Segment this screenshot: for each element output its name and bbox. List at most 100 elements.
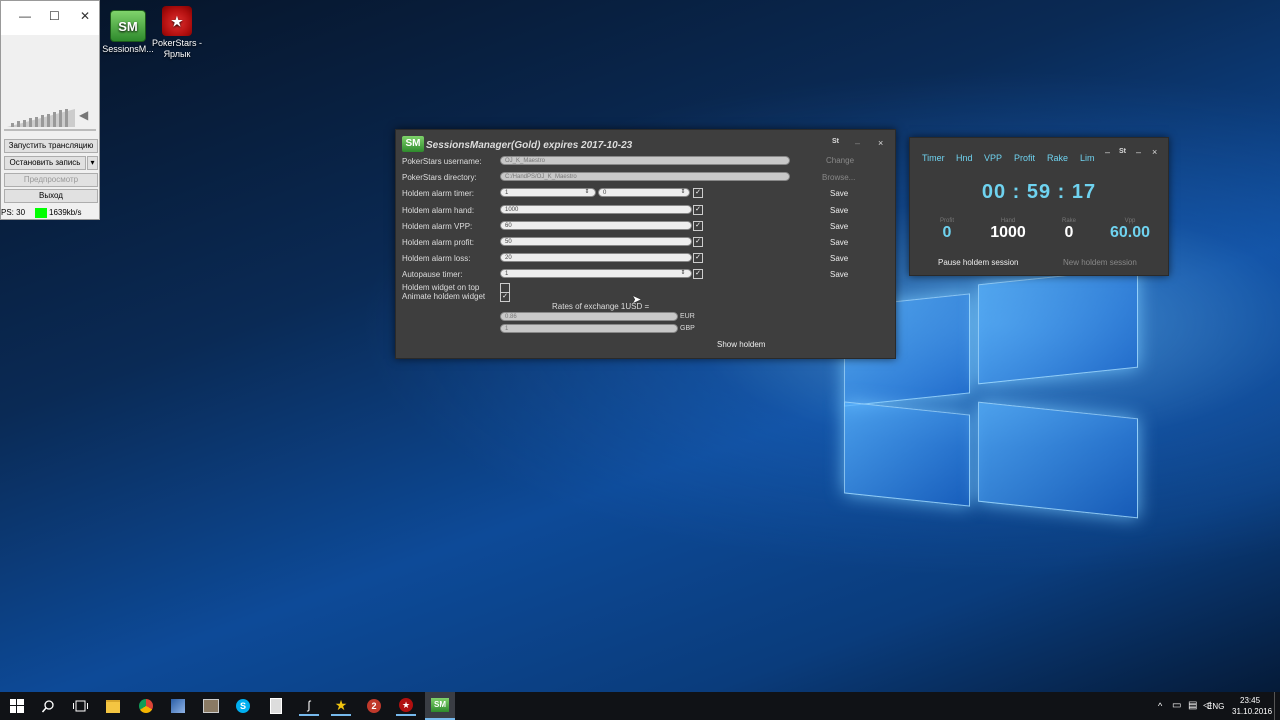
skype-icon[interactable]: S xyxy=(233,696,253,716)
browse-button[interactable]: Browse... xyxy=(822,173,855,182)
fps-readout: PS: 30 xyxy=(1,208,26,217)
alarm-vpp-checkbox[interactable]: ✓ xyxy=(693,221,703,231)
minimize-button-2[interactable]: – xyxy=(1136,147,1141,157)
animate-widget-label: Animate holdem widget xyxy=(402,292,486,301)
directory-label: PokerStars directory: xyxy=(402,173,477,182)
desktop-icon-pokerstars[interactable]: ★ PokerStars - Ярлык xyxy=(149,6,205,60)
minimize-button[interactable]: – xyxy=(1105,147,1110,157)
save-button-autopause[interactable]: Save xyxy=(830,270,848,279)
maximize-icon[interactable]: ☐ xyxy=(49,9,60,23)
tab-rake[interactable]: Rake xyxy=(1047,153,1068,163)
new-session-button[interactable]: New holdem session xyxy=(1063,258,1137,267)
desktop-icon-sessionsmanager[interactable]: SM SessionsM... xyxy=(100,10,156,55)
session-clock: 00 : 59 : 17 xyxy=(981,181,1097,203)
alarm-profit-field[interactable]: 50 xyxy=(500,237,692,246)
close-button[interactable]: × xyxy=(878,138,883,148)
stat-hand: Hand 1000 xyxy=(990,218,1026,241)
alarm-profit-checkbox[interactable]: ✓ xyxy=(693,237,703,247)
start-button[interactable] xyxy=(7,696,27,716)
streaming-app-window: — ☐ ✕ ◀ Запустить трансляцию Остановить … xyxy=(0,0,100,220)
mouse-cursor-icon: ➤ xyxy=(632,294,642,306)
app-icon[interactable]: ʃ xyxy=(299,696,319,716)
tab-hand[interactable]: Hnd xyxy=(956,153,973,163)
tab-vpp[interactable]: VPP xyxy=(984,153,1002,163)
clock-time[interactable]: 23:45 xyxy=(1240,696,1260,705)
tray-chevron-up-icon[interactable]: ^ xyxy=(1158,701,1162,711)
star-app-icon[interactable]: ★ xyxy=(331,696,351,716)
change-button[interactable]: Change xyxy=(826,156,854,165)
eur-rate-field[interactable]: 0.86 xyxy=(500,312,678,321)
sessionsmanager-taskbar-icon[interactable]: SM xyxy=(425,692,455,720)
save-button-profit[interactable]: Save xyxy=(830,238,848,247)
speaker-icon[interactable]: ◀ xyxy=(79,108,88,122)
app-icon[interactable] xyxy=(201,696,221,716)
spinner-icon[interactable]: ⇕ xyxy=(678,188,688,197)
close-icon[interactable]: ✕ xyxy=(80,9,90,23)
start-stream-button[interactable]: Запустить трансляцию xyxy=(4,139,98,153)
notification-icon[interactable]: ▤ xyxy=(1188,700,1197,711)
stat-vpp: Vpp 60.00 xyxy=(1109,218,1151,241)
tab-profit[interactable]: Profit xyxy=(1014,153,1035,163)
title-bar: — ☐ ✕ xyxy=(1,1,99,35)
pokerstars-taskbar-icon[interactable]: ★ xyxy=(396,696,416,716)
file-explorer-icon[interactable] xyxy=(103,696,123,716)
alarm-hand-label: Holdem alarm hand: xyxy=(402,206,475,215)
save-button-hand[interactable]: Save xyxy=(830,206,848,215)
sessionsmanager-logo-icon: SM xyxy=(402,136,424,152)
task-view-icon[interactable] xyxy=(70,696,90,716)
save-button-loss[interactable]: Save xyxy=(830,254,848,263)
stat-profit: Profit 0 xyxy=(939,218,954,241)
save-button-vpp[interactable]: Save xyxy=(830,222,848,231)
show-holdem-button[interactable]: Show holdem xyxy=(717,340,765,349)
directory-field[interactable]: C:/HandPS/OJ_K_Maestro xyxy=(500,172,790,181)
dropdown-arrow-icon[interactable]: ▾ xyxy=(87,156,98,170)
language-indicator[interactable]: ENG xyxy=(1207,702,1224,711)
preview-button[interactable]: Предпросмотр xyxy=(4,173,98,187)
window-title: SessionsManager(Gold) expires 2017-10-23 xyxy=(426,140,633,151)
chrome-icon[interactable] xyxy=(136,696,156,716)
clock-date[interactable]: 31.10.2016 xyxy=(1232,707,1272,716)
alarm-timer-minutes-field[interactable]: 0 xyxy=(598,188,690,197)
spinner-icon[interactable]: ⇕ xyxy=(582,188,592,197)
taskbar: S ʃ ★ 2 ★ SM ^ ▭ ▤ ◁ ENG 23:45 31.10.201… xyxy=(0,692,1280,720)
show-desktop-button[interactable] xyxy=(1274,692,1280,720)
minimize-icon[interactable]: — xyxy=(19,9,31,23)
animate-widget-checkbox[interactable]: ✓ xyxy=(500,292,510,302)
calculator-icon[interactable] xyxy=(266,696,286,716)
alarm-loss-checkbox[interactable]: ✓ xyxy=(693,253,703,263)
tab-timer[interactable]: Timer xyxy=(922,153,945,163)
save-button-timer[interactable]: Save xyxy=(830,189,848,198)
eur-label: EUR xyxy=(680,313,695,320)
pause-session-button[interactable]: Pause holdem session xyxy=(938,258,1019,267)
network-icon[interactable]: ▭ xyxy=(1172,700,1181,711)
alarm-hand-field[interactable]: 1000 xyxy=(500,205,692,214)
st-button[interactable]: St xyxy=(1119,148,1126,155)
windows-start-icon xyxy=(10,699,24,713)
alarm-timer-checkbox[interactable]: ✓ xyxy=(693,188,703,198)
tab-limit[interactable]: Lim xyxy=(1080,153,1095,163)
close-button[interactable]: × xyxy=(1152,147,1157,157)
app-icon[interactable] xyxy=(168,696,188,716)
alarm-vpp-field[interactable]: 60 xyxy=(500,221,692,230)
gbp-label: GBP xyxy=(680,325,695,332)
alarm-hand-checkbox[interactable]: ✓ xyxy=(693,205,703,215)
username-label: PokerStars username: xyxy=(402,157,482,166)
bitrate-readout: 1639kb/s xyxy=(49,208,82,217)
search-icon[interactable] xyxy=(38,696,58,716)
spinner-icon[interactable]: ⇕ xyxy=(678,269,688,278)
alarm-loss-field[interactable]: 20 xyxy=(500,253,692,262)
gbp-rate-field[interactable]: 1 xyxy=(500,324,678,333)
autopause-label: Autopause timer: xyxy=(402,270,463,279)
minimize-button[interactable]: – xyxy=(855,138,860,148)
volume-slider[interactable] xyxy=(4,129,96,131)
exit-button[interactable]: Выход xyxy=(4,189,98,203)
stop-recording-button[interactable]: Остановить запись xyxy=(4,156,86,170)
st-button[interactable]: St xyxy=(832,138,839,145)
autopause-checkbox[interactable]: ✓ xyxy=(693,269,703,279)
sessions-manager-window: SM SessionsManager(Gold) expires 2017-10… xyxy=(395,129,896,359)
volume-meter-icon xyxy=(7,109,75,127)
alarm-timer-label: Holdem alarm timer: xyxy=(402,189,475,198)
badge-app-icon[interactable]: 2 xyxy=(364,696,384,716)
username-field[interactable]: OJ_K_Maestro xyxy=(500,156,790,165)
autopause-field[interactable]: 1 xyxy=(500,269,692,278)
